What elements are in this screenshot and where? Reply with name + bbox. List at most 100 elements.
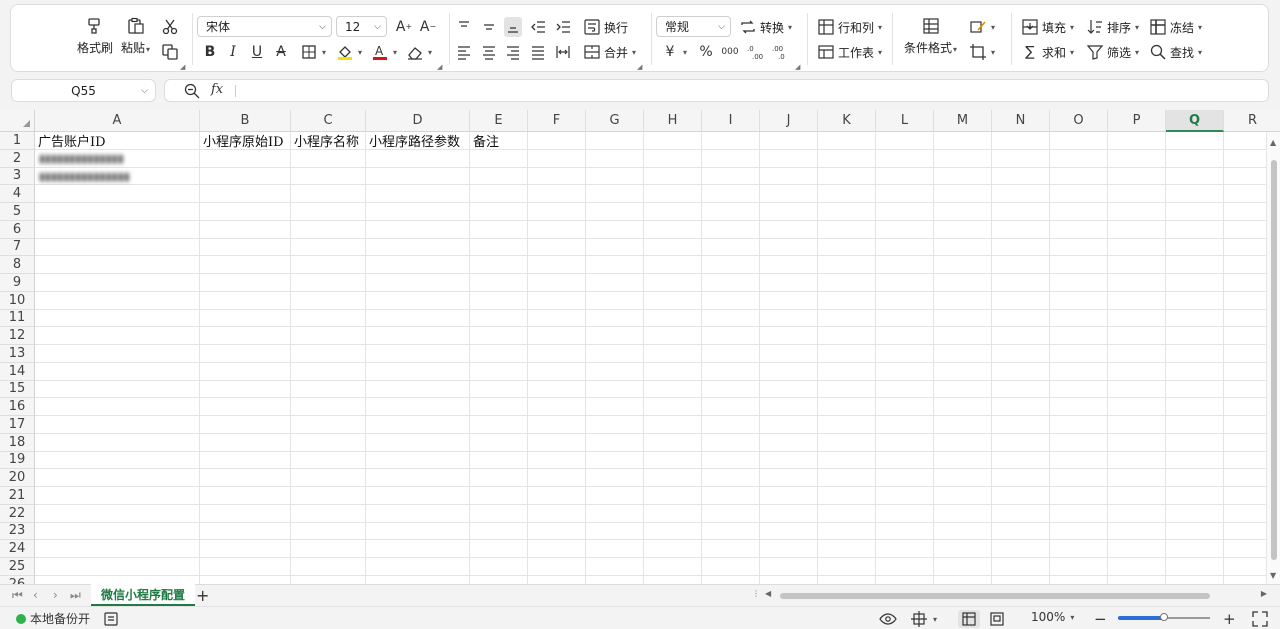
conditional-format-button[interactable]: 条件格式▾ [904,17,957,56]
align-top-button[interactable] [455,17,473,37]
column-header-G[interactable]: G [586,110,644,132]
prev-sheet-icon[interactable]: ‹ [33,588,38,602]
thousands-separator-button[interactable]: 000 [721,42,739,62]
row-header-19[interactable]: 19 [0,451,35,470]
row-header-18[interactable]: 18 [0,433,35,452]
column-header-N[interactable]: N [992,110,1050,132]
filter-button[interactable]: 筛选 ▾ [1086,42,1139,62]
decrease-font-button[interactable]: A − [419,17,437,37]
underline-button[interactable]: U [248,42,266,62]
font-expand-icon[interactable]: ◢ [437,63,442,71]
resize-handle-icon[interactable]: ⋮ [752,589,760,598]
vertical-scroll-thumb[interactable] [1271,160,1277,560]
scroll-down-icon[interactable]: ▼ [1270,571,1276,580]
row-header-1[interactable]: 1 [0,132,35,150]
row-header-2[interactable]: 2 [0,149,35,168]
row-header-9[interactable]: 9 [0,274,35,292]
horizontal-scroll-thumb[interactable] [780,593,1210,599]
align-middle-button[interactable] [480,17,498,37]
zoom-slider-knob[interactable] [1160,613,1168,621]
normal-view-button[interactable] [958,610,980,628]
zoom-icon[interactable] [183,82,201,100]
horizontal-scrollbar[interactable]: ⋮ ◀ ▶ [752,589,1267,602]
fullscreen-button[interactable] [1251,610,1269,628]
border-button[interactable]: ▾ [300,42,326,62]
number-format-select[interactable]: 常规 ⌵ [656,16,731,37]
align-bottom-button[interactable] [504,17,522,37]
strikethrough-button[interactable]: A [272,42,290,62]
worksheet-button[interactable]: 工作表 ▾ [817,42,882,62]
cell-A1[interactable]: 广告账户ID [36,132,200,149]
cell-B1[interactable]: 小程序原始ID [201,132,291,149]
vertical-scrollbar[interactable]: ▲ ▼ [1266,132,1280,584]
cell-style-button[interactable]: ▾ [969,17,995,37]
row-header-5[interactable]: 5 [0,203,35,221]
decrease-decimal-button[interactable]: .00.0 [771,42,789,62]
column-header-I[interactable]: I [702,110,760,132]
sum-button[interactable]: ∑ 求和 ▾ [1021,42,1074,62]
distributed-button[interactable] [554,42,572,62]
paste-button[interactable]: 粘贴▾ [121,17,150,56]
find-button[interactable]: 查找 ▾ [1149,42,1202,62]
fill-color-button[interactable]: ▾ [336,42,362,62]
column-header-L[interactable]: L [876,110,934,132]
cut-button[interactable] [161,17,179,37]
font-size-select[interactable]: 12 ⌵ [336,16,387,37]
copy-button[interactable] [161,42,179,62]
increase-indent-button[interactable] [554,17,572,37]
align-center-button[interactable] [480,42,498,62]
align-right-button[interactable] [504,42,522,62]
column-header-Q[interactable]: Q [1166,110,1224,132]
currency-button[interactable]: ¥ ▾ [661,42,687,62]
spreadsheet-grid[interactable]: ABCDEFGHIJKLMNOPQR 1 2 3 4 5 6 7 8 9 10 11 12 13 14 15… [0,110,1280,584]
convert-button[interactable]: 转换 ▾ [739,17,792,37]
first-sheet-icon[interactable]: ⏮ [12,588,23,603]
sort-button[interactable]: 排序 ▾ [1086,17,1139,37]
column-header-E[interactable]: E [470,110,528,132]
fill-button[interactable]: 填充 ▾ [1021,17,1074,37]
row-header-12[interactable]: 12 [0,327,35,345]
column-header-O[interactable]: O [1050,110,1108,132]
scroll-up-icon[interactable]: ▲ [1270,138,1276,147]
cell-E1[interactable]: 备注 [471,132,528,149]
last-sheet-icon[interactable]: ⏭ [70,588,81,603]
alignment-expand-icon[interactable]: ◢ [637,63,642,71]
row-header-6[interactable]: 6 [0,220,35,239]
row-header-21[interactable]: 21 [0,487,35,505]
clear-format-button[interactable]: ▾ [406,42,432,62]
row-header-23[interactable]: 23 [0,522,35,541]
column-header-R[interactable]: R [1224,110,1280,132]
bold-button[interactable]: B [201,42,219,62]
column-header-D[interactable]: D [366,110,470,132]
row-header-17[interactable]: 17 [0,416,35,434]
zoom-out-button[interactable]: − [1094,610,1107,628]
row-header-10[interactable]: 10 [0,291,35,310]
zoom-in-button[interactable]: + [1223,610,1236,628]
format-painter-button[interactable]: 格式刷 [77,17,113,56]
clipboard-expand-icon[interactable]: ◢ [180,63,185,71]
row-header-25[interactable]: 25 [0,558,35,576]
eye-protect-button[interactable] [879,610,897,628]
cell-D1[interactable]: 小程序路径参数 [367,132,470,149]
next-sheet-icon[interactable]: › [53,588,58,602]
font-color-button[interactable]: A ▾ [371,42,397,62]
align-left-button[interactable] [455,42,473,62]
row-header-13[interactable]: 13 [0,345,35,363]
percent-button[interactable]: % [697,42,715,62]
cell-A2[interactable]: ▮▮▮▮▮▮▮▮▮▮▮▮▮▮ [37,150,157,167]
row-header-22[interactable]: 22 [0,504,35,523]
zoom-slider[interactable] [1118,613,1210,621]
select-all-corner[interactable] [0,110,35,132]
font-name-select[interactable]: 宋体 ⌵ [197,16,332,37]
row-header-15[interactable]: 15 [0,380,35,399]
italic-button[interactable]: I [224,42,242,62]
row-header-8[interactable]: 8 [0,256,35,274]
wrap-text-button[interactable]: 换行 [583,17,628,37]
cell-A3[interactable]: ▮▮▮▮▮▮▮▮▮▮▮▮▮▮▮ [37,168,157,185]
column-header-H[interactable]: H [644,110,702,132]
merge-button[interactable]: 合并 ▾ [583,42,636,62]
row-header-4[interactable]: 4 [0,185,35,203]
page-view-button[interactable] [988,610,1006,628]
row-header-26[interactable]: 26 [0,575,35,584]
column-header-F[interactable]: F [528,110,586,132]
